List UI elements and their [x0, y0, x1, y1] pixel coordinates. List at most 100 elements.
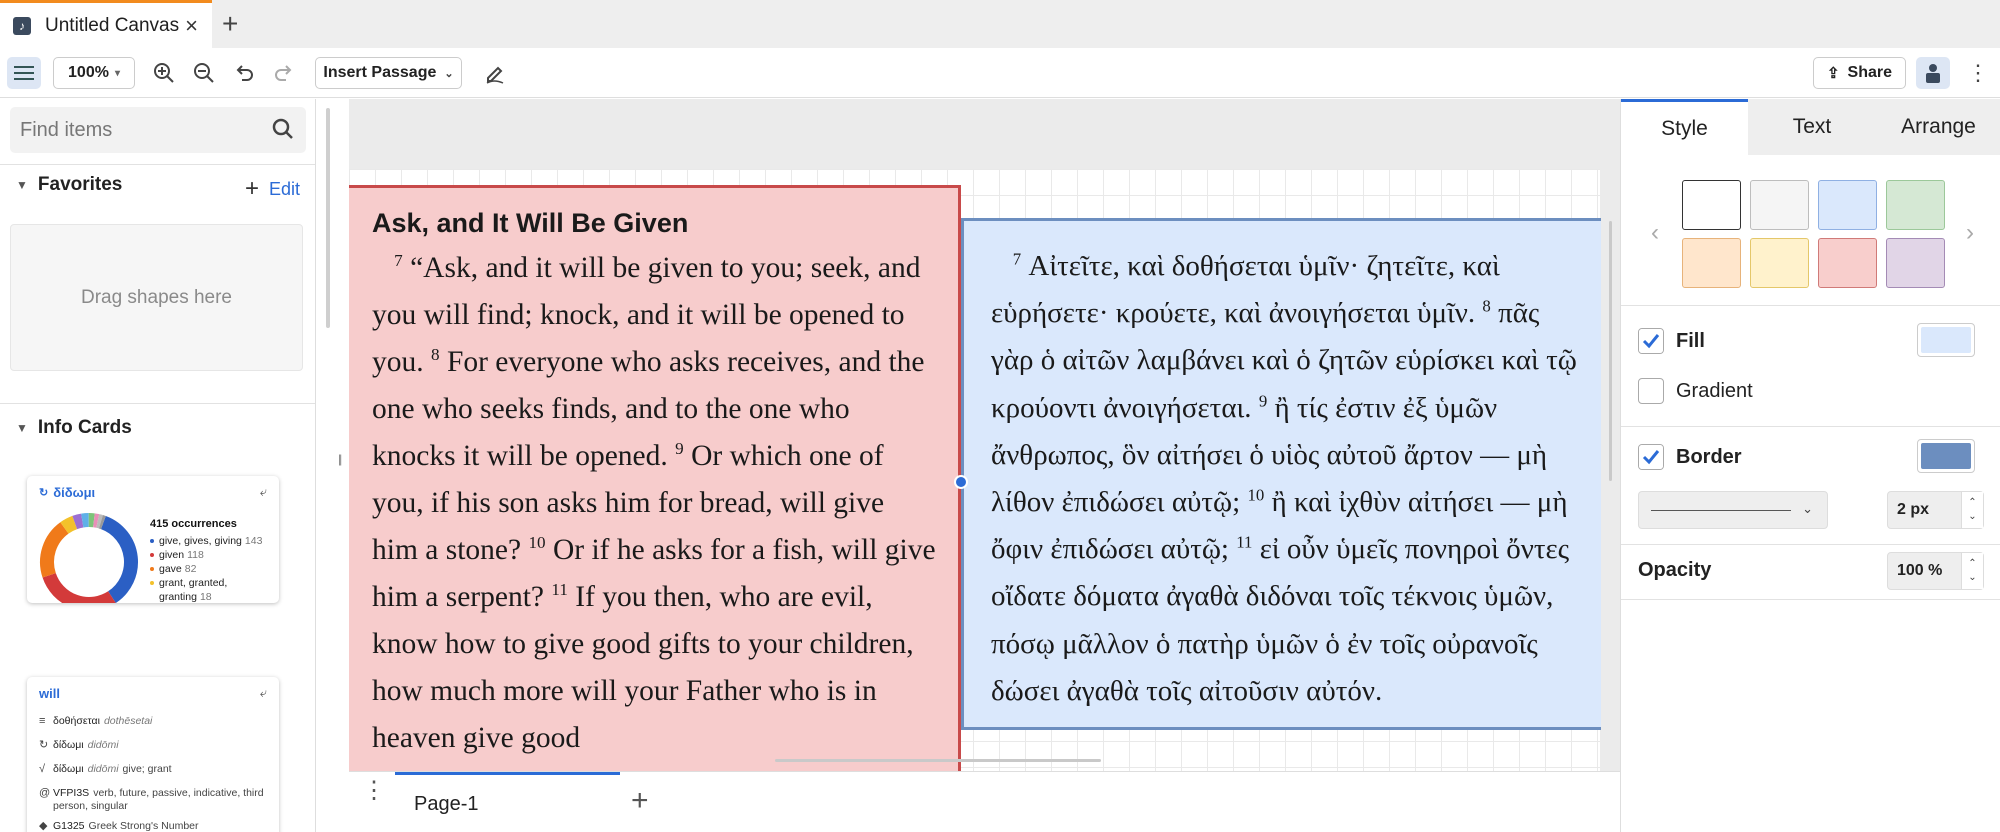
fill-checkbox[interactable]	[1638, 328, 1664, 354]
search-input[interactable]	[20, 107, 270, 153]
border-label: Border	[1676, 445, 1742, 468]
menu-button[interactable]	[7, 57, 41, 89]
donut-slice	[72, 513, 84, 530]
zoom-dropdown[interactable]: 100% ▾	[53, 57, 135, 89]
pen-icon	[486, 66, 504, 84]
card-title-text: δίδωμι	[53, 485, 96, 500]
donut-slice	[42, 572, 116, 603]
english-passage-text: 7 “Ask, and it will be given to you; see…	[372, 245, 936, 762]
canvas[interactable]: Ask, and It Will Be Given 7 “Ask, and it…	[349, 99, 1620, 771]
favorites-dropzone[interactable]: Drag shapes here	[10, 224, 303, 371]
page-menu-icon[interactable]: ⋮	[362, 779, 386, 803]
word-detail-row: ↻ δίδωμι didōmi	[39, 739, 271, 752]
undo-icon	[236, 65, 253, 81]
lemma: δοθήσεται	[53, 715, 100, 727]
tab-untitled-canvas[interactable]: ♪ Untitled Canvas ×	[0, 0, 212, 48]
zoom-out-button[interactable]	[190, 57, 218, 89]
divider	[1621, 426, 2000, 427]
detail-text: VFPI3S verb, future, passive, indicative,…	[53, 787, 271, 813]
fill-color-picker[interactable]	[1917, 323, 1975, 357]
page-bar: ⋮ Page-1 +	[349, 771, 1620, 832]
sidebar-resize-handle[interactable]: ||	[338, 452, 342, 466]
format-panel: Style Text Arrange ‹ › Fill Gradient Bor…	[1620, 99, 2000, 832]
tab-style[interactable]: Style	[1621, 99, 1748, 155]
edit-favorites-button[interactable]: + Edit	[245, 175, 300, 203]
vertical-scrollbar[interactable]	[1609, 221, 1612, 481]
close-icon[interactable]: ×	[185, 13, 198, 39]
redo-icon	[275, 65, 292, 81]
stepper-arrows[interactable]: ⌃ ⌄	[1961, 553, 1983, 589]
style-swatch[interactable]	[1886, 180, 1945, 230]
new-tab-button[interactable]: +	[222, 8, 238, 40]
gradient-row: Gradient	[1638, 378, 1753, 404]
redo-button[interactable]	[270, 57, 298, 89]
legend-count: 18	[199, 591, 212, 603]
add-page-button[interactable]: +	[631, 784, 649, 818]
zoom-out-icon	[194, 63, 214, 83]
verse-number: 9	[675, 439, 684, 459]
legend-dot	[150, 581, 154, 585]
legend-entry: given 118	[150, 548, 275, 562]
sidebar: ▼ Favorites + Edit Drag shapes here ▼ Inf…	[0, 99, 316, 832]
info-card-didomi[interactable]: ↻ δίδωμι ⤶ 415 occurrences give, gives, g…	[27, 476, 279, 603]
occurrence-legend: give, gives, giving 143 given 118 gave 82 gran…	[150, 534, 275, 603]
donut-slice	[98, 515, 106, 530]
refresh-icon: ↻	[39, 739, 49, 751]
root-icon: √	[39, 763, 46, 775]
legend-count: 118	[187, 549, 204, 561]
style-swatch[interactable]	[1682, 180, 1741, 230]
search-icon[interactable]	[272, 118, 294, 140]
open-card-icon[interactable]: ⤶	[260, 484, 267, 500]
occurrence-donut-chart	[40, 513, 138, 603]
transliteration: didōmi	[87, 739, 119, 751]
info-cards-header[interactable]: ▼ Info Cards	[0, 403, 315, 451]
chevron-left-icon[interactable]: ‹	[1651, 219, 1659, 247]
border-checkbox[interactable]	[1638, 444, 1664, 470]
opacity-row: Opacity	[1638, 559, 1711, 582]
connection-handle[interactable]	[954, 475, 968, 489]
card-title: will	[39, 686, 60, 701]
favorites-header[interactable]: ▼ Favorites + Edit	[0, 164, 315, 204]
style-swatch[interactable]	[1886, 238, 1945, 288]
fill-color-swatch	[1921, 327, 1971, 353]
style-swatch[interactable]	[1750, 180, 1809, 230]
lemma: VFPI3S	[53, 787, 90, 799]
draw-button[interactable]	[480, 57, 510, 89]
open-card-icon[interactable]: ⤶	[260, 685, 267, 701]
zoom-in-button[interactable]	[150, 57, 178, 89]
detail-text: δίδωμι didōmi give; grant	[53, 763, 172, 776]
chevron-right-icon[interactable]: ›	[1966, 219, 1974, 247]
more-options-icon[interactable]: ⋮	[1966, 57, 1990, 89]
greek-passage-shape[interactable]: 7 Αἰτεῖτε, καὶ δοθήσεται ὑμῖν· ζητεῖτε, …	[961, 218, 1601, 730]
verse-text: Αἰτεῖτε, καὶ δοθήσεται ὑμῖν· ζητεῖτε, κα…	[991, 250, 1500, 330]
border-style-dropdown[interactable]: ⌄	[1638, 491, 1828, 529]
page-tab[interactable]: Page-1	[395, 772, 620, 832]
tab-text[interactable]: Text	[1748, 99, 1876, 155]
donut-slice	[100, 515, 138, 603]
legend-label: grant, granted, granting	[159, 577, 228, 603]
border-width-stepper[interactable]: 2 px ⌃ ⌄	[1887, 491, 1984, 529]
tab-arrange[interactable]: Arrange	[1876, 99, 2000, 155]
gradient-label: Gradient	[1676, 379, 1753, 402]
style-swatch[interactable]	[1818, 180, 1877, 230]
account-button[interactable]	[1916, 57, 1950, 89]
plus-icon: +	[244, 175, 259, 202]
word-detail-row: ≡ δοθήσεται dothēsetai	[39, 715, 271, 728]
sidebar-scrollbar[interactable]	[326, 108, 330, 328]
style-swatch[interactable]	[1750, 238, 1809, 288]
share-button[interactable]: ⇪ Share	[1813, 57, 1906, 89]
undo-button[interactable]	[230, 57, 258, 89]
style-swatch[interactable]	[1682, 238, 1741, 288]
gradient-checkbox[interactable]	[1638, 378, 1664, 404]
border-color-picker[interactable]	[1917, 439, 1975, 473]
style-swatch[interactable]	[1818, 238, 1877, 288]
horizontal-scrollbar[interactable]	[775, 759, 1101, 762]
opacity-stepper[interactable]: 100 % ⌃ ⌄	[1887, 552, 1984, 590]
info-card-will[interactable]: will ⤶ ≡ δοθήσεται dothēsetai ↻ δίδωμι didōmi…	[27, 677, 279, 832]
user-icon	[1926, 64, 1940, 83]
english-passage-shape[interactable]: Ask, and It Will Be Given 7 “Ask, and it…	[349, 185, 961, 771]
insert-passage-button[interactable]: Insert Passage ⌄	[315, 57, 462, 89]
stepper-arrows[interactable]: ⌃ ⌄	[1961, 492, 1983, 528]
greek-passage-text: 7 Αἰτεῖτε, καὶ δοθήσεται ὑμῖν· ζητεῖτε, …	[991, 243, 1585, 715]
legend-entry: gave 82	[150, 562, 275, 576]
